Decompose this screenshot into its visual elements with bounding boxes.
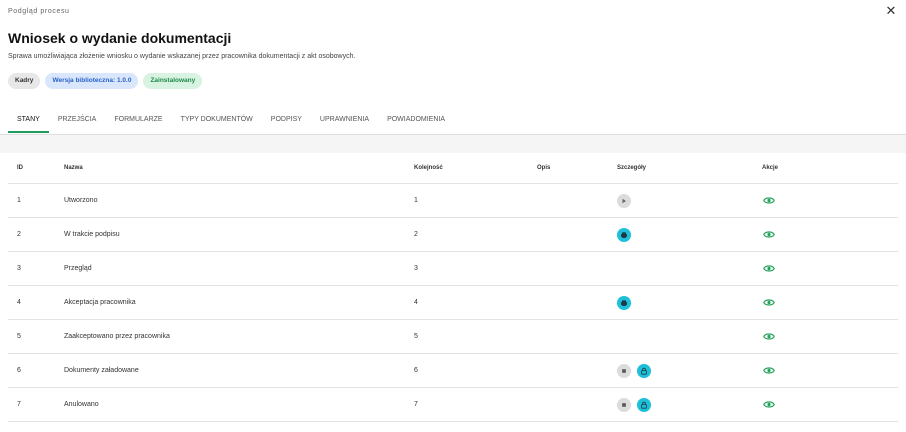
table-header: ID Nazwa Kolejność Opis Szczegóły Akcje — [8, 153, 898, 184]
cell-szczegoly — [617, 363, 651, 378]
dialog-header-label: Podgląd procesu — [8, 8, 70, 15]
cell-id: 4 — [17, 299, 21, 306]
stop-icon[interactable] — [617, 397, 631, 412]
eye-icon[interactable] — [762, 262, 776, 276]
signature-icon[interactable] — [617, 295, 631, 310]
table-row: 7 Anulowano 7 — [8, 388, 898, 422]
cell-szczegoly — [617, 227, 631, 242]
table-row: 1 Utworzono 1 — [8, 184, 898, 218]
cell-id: 5 — [17, 333, 21, 340]
cell-id: 3 — [17, 265, 21, 272]
lock-icon[interactable] — [637, 363, 651, 378]
eye-icon[interactable] — [762, 296, 776, 310]
header-name: Nazwa — [64, 165, 83, 171]
eye-icon[interactable] — [762, 228, 776, 242]
eye-icon[interactable] — [762, 398, 776, 412]
close-icon[interactable]: ✕ — [884, 4, 898, 18]
page-title: Wniosek o wydanie dokumentacji — [8, 30, 232, 46]
table-top-spacer — [0, 135, 906, 153]
tab-formularze[interactable]: FORMULARZE — [105, 111, 171, 133]
signature-icon[interactable] — [617, 227, 631, 242]
status-badge: Zainstalowany — [143, 73, 203, 89]
table-row: 3 Przegląd 3 — [8, 252, 898, 286]
cell-szczegoly — [617, 397, 651, 412]
cell-name: Dokumenty załadowane — [64, 367, 139, 374]
cell-name: Anulowano — [64, 401, 99, 408]
table-row: 4 Akceptacja pracownika 4 — [8, 286, 898, 320]
cell-kolejnosc: 7 — [414, 401, 418, 408]
tab-podpisy[interactable]: PODPISY — [262, 111, 311, 133]
table-body: 1 Utworzono 1 2 W trakcie podpisu 2 3 Przegląd 3… — [8, 184, 898, 422]
header-szczegoly: Szczegóły — [617, 165, 647, 171]
eye-icon[interactable] — [762, 364, 776, 378]
cell-kolejnosc: 2 — [414, 231, 418, 238]
header-opis: Opis — [537, 165, 551, 171]
table-row: 6 Dokumenty załadowane 6 — [8, 354, 898, 388]
cell-name: Akceptacja pracownika — [64, 299, 136, 306]
tab-przejscia[interactable]: PRZEJŚCIA — [49, 111, 106, 133]
cell-name: Zaakceptowano przez pracownika — [64, 333, 170, 340]
version-badge: Wersja biblioteczna: 1.0.0 — [45, 73, 139, 89]
eye-icon[interactable] — [762, 194, 776, 208]
cell-kolejnosc: 6 — [414, 367, 418, 374]
header-id: ID — [17, 165, 23, 171]
cell-szczegoly — [617, 193, 631, 208]
table-row: 2 W trakcie podpisu 2 — [8, 218, 898, 252]
lock-icon[interactable] — [637, 397, 651, 412]
header-kolejnosc: Kolejność — [414, 165, 443, 171]
page-subtitle: Sprawa umożliwiająca złożenie wniosku o … — [8, 53, 356, 60]
cell-szczegoly — [617, 295, 631, 310]
tab-typy-dokumentow[interactable]: TYPY DOKUMENTÓW — [172, 111, 262, 133]
tab-uprawnienia[interactable]: UPRAWNIENIA — [311, 111, 378, 133]
stop-icon[interactable] — [617, 363, 631, 378]
cell-name: Utworzono — [64, 197, 98, 204]
tab-bar: STANY PRZEJŚCIA FORMULARZE TYPY DOKUMENT… — [8, 111, 906, 133]
cell-id: 2 — [17, 231, 21, 238]
header-akcje: Akcje — [762, 165, 779, 171]
cell-id: 1 — [17, 197, 21, 204]
table-row: 5 Zaakceptowano przez pracownika 5 — [8, 320, 898, 354]
cell-kolejnosc: 4 — [414, 299, 418, 306]
states-table: ID Nazwa Kolejność Opis Szczegóły Akcje … — [8, 153, 898, 422]
category-badge: Kadry — [8, 73, 41, 89]
badges: Kadry Wersja biblioteczna: 1.0.0 Zainsta… — [8, 73, 203, 89]
cell-name: W trakcie podpisu — [64, 231, 120, 238]
cell-id: 6 — [17, 367, 21, 374]
tab-powiadomienia[interactable]: POWIADOMIENIA — [378, 111, 454, 133]
cell-id: 7 — [17, 401, 21, 408]
cell-kolejnosc: 1 — [414, 197, 418, 204]
cell-kolejnosc: 3 — [414, 265, 418, 272]
play-icon[interactable] — [617, 193, 631, 208]
eye-icon[interactable] — [762, 330, 776, 344]
tab-stany[interactable]: STANY — [8, 111, 49, 133]
cell-kolejnosc: 5 — [414, 333, 418, 340]
cell-name: Przegląd — [64, 265, 92, 272]
